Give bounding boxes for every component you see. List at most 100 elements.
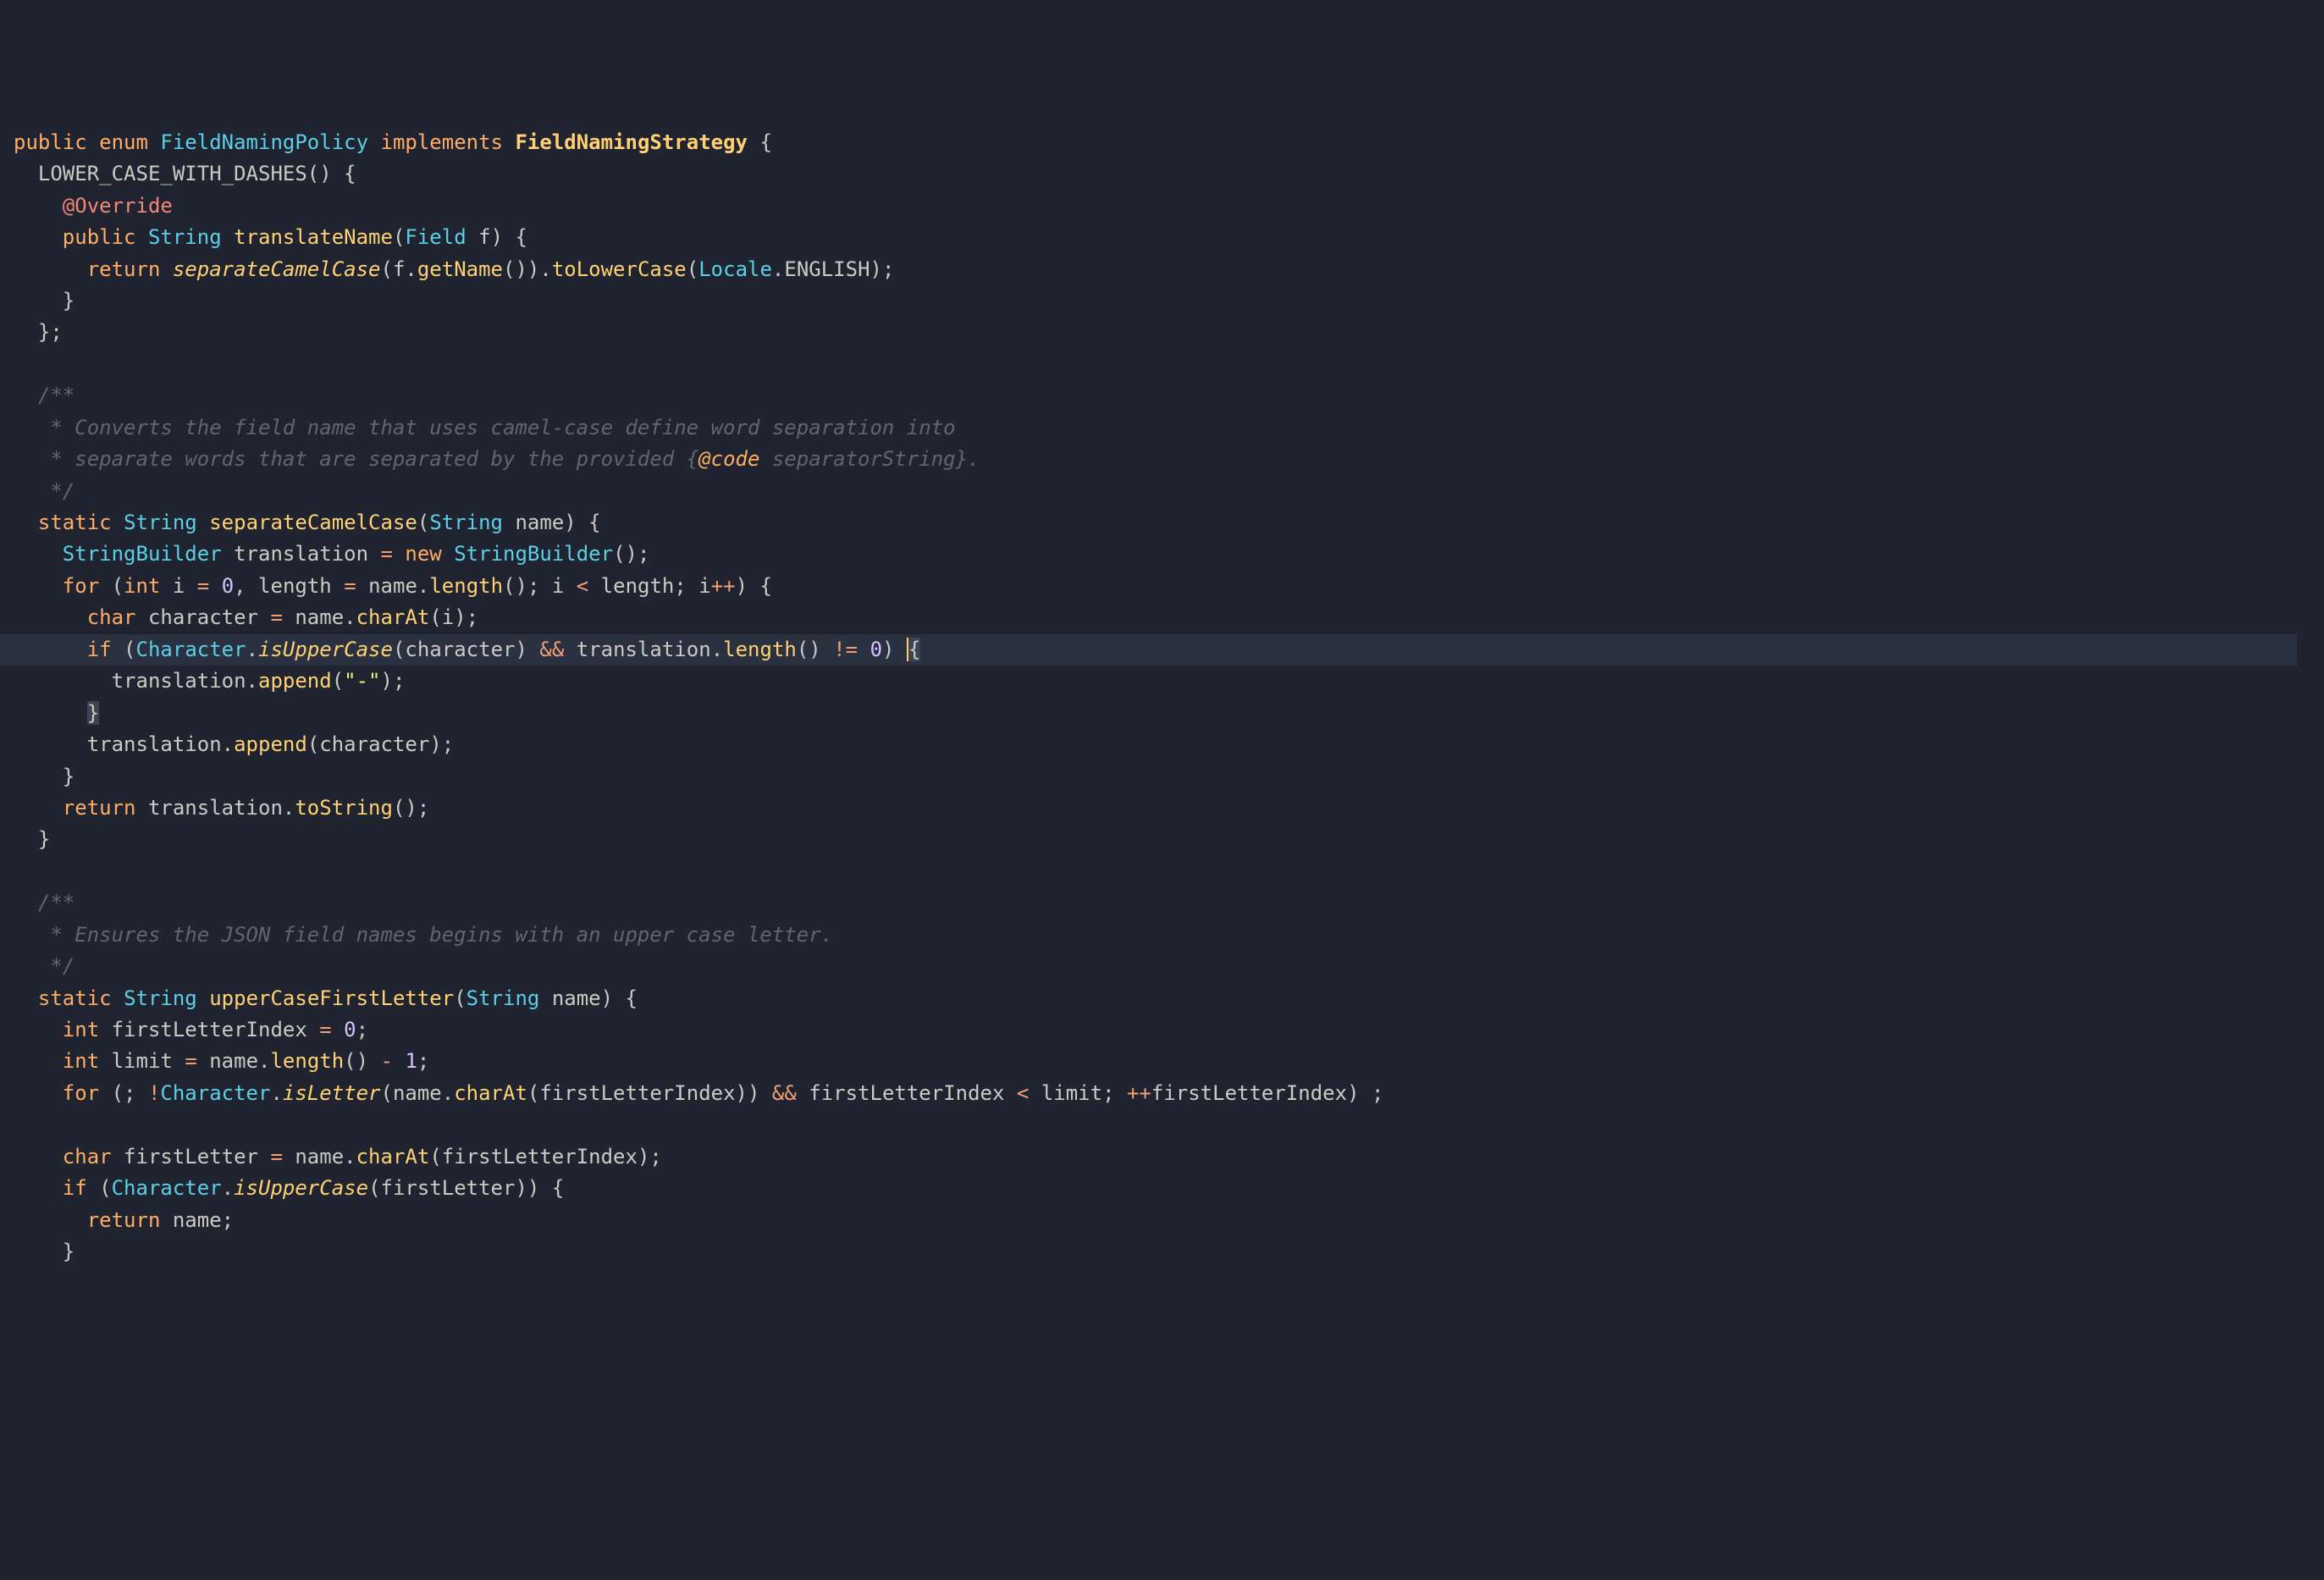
code-line: StringBuilder translation = new StringBu…: [14, 542, 649, 566]
type: StringBuilder: [63, 542, 222, 566]
variable: translation: [148, 796, 283, 820]
keyword-return: return: [63, 796, 136, 820]
brace: }: [63, 765, 75, 788]
method-call: append: [234, 732, 307, 756]
brace-match: }: [87, 701, 99, 725]
operator: =: [344, 574, 356, 598]
enum-constant: LOWER_CASE_WITH_DASHES: [38, 162, 307, 185]
operator: <: [577, 574, 588, 598]
variable: name: [295, 605, 344, 629]
keyword-int: int: [63, 1049, 99, 1073]
operator: =: [185, 1049, 196, 1073]
operator: =: [197, 574, 209, 598]
keyword-for: for: [63, 574, 99, 598]
comment: */: [38, 954, 75, 978]
variable: translation: [577, 638, 711, 661]
brace-match: {: [908, 638, 920, 661]
number: 0: [222, 574, 234, 598]
keyword-public: public: [63, 225, 136, 249]
comment: * Converts the field name that uses came…: [38, 416, 956, 439]
method-call: isUpperCase: [234, 1176, 368, 1200]
variable: translation: [234, 542, 368, 566]
class-ref: Character: [160, 1081, 270, 1105]
variable: length: [258, 574, 332, 598]
variable: character: [148, 605, 258, 629]
operator: <: [1017, 1081, 1029, 1105]
method-name: translateName: [234, 225, 393, 249]
brace: };: [38, 320, 63, 344]
brace: {: [539, 1176, 564, 1200]
variable: translation: [112, 669, 246, 693]
method-name: separateCamelCase: [209, 511, 417, 534]
code-line: static String separateCamelCase(String n…: [14, 511, 601, 534]
operator: !: [148, 1081, 160, 1105]
code-line: LOWER_CASE_WITH_DASHES() {: [14, 162, 356, 185]
method-call: length: [429, 574, 503, 598]
operator: =: [270, 1145, 282, 1168]
number: 1: [405, 1049, 417, 1073]
keyword-public: public: [14, 130, 87, 154]
code-line: int firstLetterIndex = 0;: [14, 1018, 368, 1041]
interface-name: FieldNamingStrategy: [515, 130, 748, 154]
code-line: }: [14, 765, 75, 788]
variable: name: [393, 1081, 442, 1105]
variable: limit: [112, 1049, 173, 1073]
code-line: char character = name.charAt(i);: [14, 605, 478, 629]
keyword-return: return: [87, 257, 161, 281]
code-line: int limit = name.length() - 1;: [14, 1049, 429, 1073]
variable: firstLetterIndex: [539, 1081, 735, 1105]
code-line: * separate words that are separated by t…: [14, 447, 980, 471]
string-literal: "-": [344, 669, 380, 693]
code-line: }: [14, 827, 50, 851]
constructor: StringBuilder: [454, 542, 613, 566]
keyword-int: int: [124, 574, 160, 598]
highlighted-line: if (Character.isUpperCase(character) && …: [0, 634, 2297, 666]
return-type: String: [124, 511, 197, 534]
variable: i: [173, 574, 185, 598]
keyword-for: for: [63, 1081, 99, 1105]
keyword-int: int: [63, 1018, 99, 1041]
operator: =: [381, 542, 393, 566]
code-line: }: [14, 701, 99, 725]
keyword-char: char: [63, 1145, 112, 1168]
comment: * separate words that are separated by t…: [38, 447, 698, 471]
method-call: charAt: [356, 605, 430, 629]
keyword-static: static: [38, 986, 112, 1010]
operator: ++: [711, 574, 736, 598]
return-type: String: [148, 225, 222, 249]
method-call: length: [723, 638, 797, 661]
operator: =: [270, 605, 282, 629]
variable: name: [295, 1145, 344, 1168]
code-editor[interactable]: public enum FieldNamingPolicy implements…: [0, 127, 2324, 1268]
variable: i: [442, 605, 454, 629]
code-line: */: [14, 954, 75, 978]
constant: ENGLISH: [784, 257, 869, 281]
variable: firstLetter: [124, 1145, 258, 1168]
variable: character: [405, 638, 515, 661]
keyword-if: if: [63, 1176, 87, 1200]
keyword-enum: enum: [99, 130, 148, 154]
method-call: toLowerCase: [552, 257, 687, 281]
code-line: for (int i = 0, length = name.length(); …: [14, 574, 772, 598]
variable: firstLetterIndex: [1151, 1081, 1347, 1105]
comment: /**: [38, 891, 75, 914]
param-type: String: [466, 986, 540, 1010]
keyword-implements: implements: [381, 130, 504, 154]
code-line: /**: [14, 891, 75, 914]
brace: }: [38, 827, 50, 851]
brace: {: [748, 574, 772, 598]
number: 0: [870, 638, 882, 661]
brace: {: [613, 986, 638, 1010]
method-call: charAt: [454, 1081, 527, 1105]
brace: {: [503, 225, 527, 249]
method-call: isUpperCase: [258, 638, 393, 661]
operator: =: [319, 1018, 331, 1041]
code-line: return translation.toString();: [14, 796, 429, 820]
comment: /**: [38, 384, 75, 407]
class-ref: Locale: [698, 257, 772, 281]
class-ref: Character: [112, 1176, 222, 1200]
variable: firstLetterIndex: [809, 1081, 1004, 1105]
operator: ++: [1127, 1081, 1151, 1105]
code-line: @Override: [14, 194, 173, 218]
param-name: name: [552, 986, 601, 1010]
